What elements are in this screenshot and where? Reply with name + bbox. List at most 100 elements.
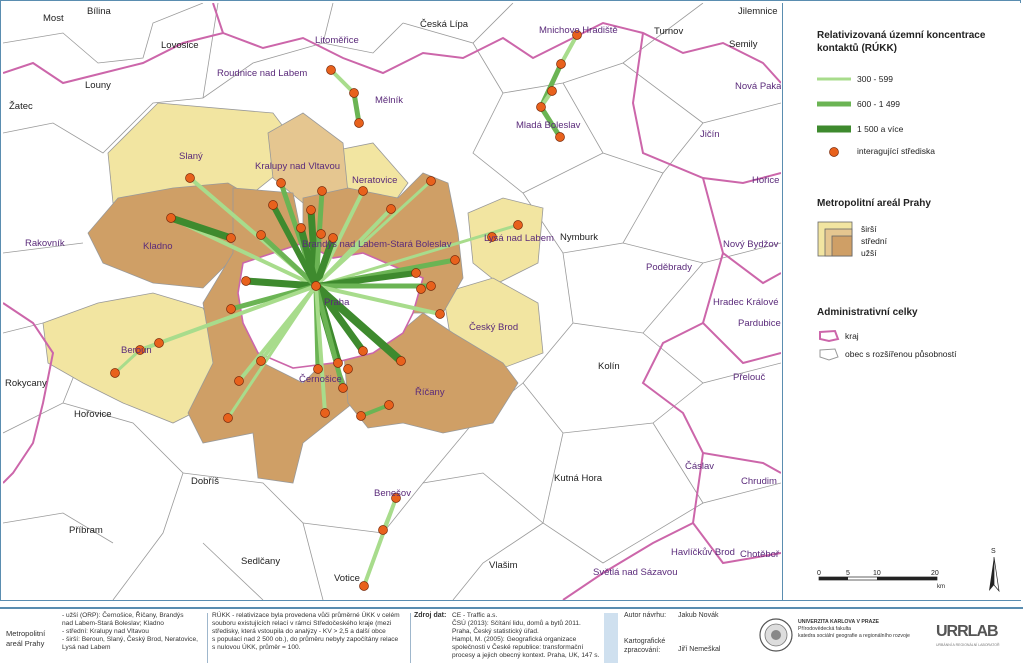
centre: [316, 229, 326, 239]
link-praha-w1: [242, 277, 320, 290]
legend-admin-swatch: [819, 329, 840, 361]
label-turnov: Turnov: [654, 26, 683, 37]
legend-inner: užší: [861, 248, 877, 258]
label-votice: Votice: [334, 573, 360, 584]
label-mnichovo: Mnichovo Hradiště: [539, 25, 618, 36]
label-praha: Praha: [324, 297, 350, 308]
centre: [110, 368, 120, 378]
label-svetla: Světlá nad Sázavou: [593, 567, 678, 578]
label-jicin: Jičín: [700, 129, 720, 140]
centre: [396, 356, 406, 366]
centre: [276, 178, 286, 188]
footer-accent-bar: [604, 613, 618, 663]
label-lysa: Lysá nad Labem: [484, 233, 554, 244]
centre: [343, 364, 353, 374]
north-label: S: [991, 548, 996, 555]
footer-university: UNIVERZITA KARLOVA V PRAZE Přírodovědecká…: [798, 619, 910, 639]
centre: [333, 358, 343, 368]
urrlab-subtitle: URBÁNNÍ A REGIONÁLNÍ LABORATOŘ: [936, 643, 1000, 647]
label-litomerice: Litoměřice: [315, 35, 359, 46]
label-cesky-brod: Český Brod: [469, 322, 518, 333]
label-prelouc: Přelouč: [733, 372, 765, 383]
legend-class-1: 300 - 599: [857, 74, 893, 84]
area-middle-kralupy: [267, 112, 349, 204]
centre: [435, 309, 445, 319]
centre: [356, 411, 366, 421]
centre: [256, 230, 266, 240]
centre: [556, 59, 566, 69]
footer-area-desc: - užší (ORP): Černošice, Říčany, Brandýs…: [62, 612, 198, 651]
centre: [326, 65, 336, 75]
label-chotebor: Chotěboř: [740, 549, 780, 560]
north-arrow: [989, 557, 994, 591]
footer-rukk-desc: RÚKK - relativizace byla provedena vůči …: [212, 612, 400, 651]
label-lovosice: Lovosice: [161, 40, 199, 51]
legend-line-swatches: [817, 77, 851, 157]
centre: [384, 400, 394, 410]
centre: [416, 284, 426, 294]
label-chrudim: Chrudim: [741, 476, 777, 487]
label-beroun: Beroun: [121, 345, 152, 356]
label-podebrady: Poděbrady: [646, 262, 692, 273]
label-neratovice: Neratovice: [352, 175, 397, 186]
centre: [426, 176, 436, 186]
legend-area-swatch: [817, 221, 853, 257]
scale-bar: S 0 5 10 20 km: [817, 548, 1000, 593]
scale-tick-20: 20: [931, 570, 939, 577]
centre: [536, 102, 546, 112]
label-dobris: Dobříš: [191, 476, 219, 487]
label-cernosice: Černošice: [299, 374, 342, 385]
centre: [378, 525, 388, 535]
centre: [547, 86, 557, 96]
label-most: Most: [43, 13, 64, 24]
centre: [223, 413, 233, 423]
centre: [513, 220, 523, 230]
label-rokycany: Rokycany: [5, 378, 47, 389]
scale-tick-10: 10: [873, 570, 881, 577]
centre: [359, 581, 369, 591]
label-ricany: Říčany: [415, 387, 445, 398]
legend-class-3: 1 500 a více: [857, 124, 904, 134]
centre: [349, 88, 359, 98]
scale-tick-0: 0: [817, 570, 821, 577]
map-canvas: Most Bílina Lovosice Litoměřice Česká Lí…: [3, 3, 781, 600]
centre: [154, 338, 164, 348]
label-caslav: Čáslav: [685, 461, 714, 472]
centre: [555, 132, 565, 142]
centre: [358, 186, 368, 196]
centre: [166, 213, 176, 223]
university-seal-icon: [759, 618, 793, 652]
label-slany: Slaný: [179, 151, 203, 162]
label-kralupy: Kralupy nad Vltavou: [255, 161, 340, 172]
label-louny: Louny: [85, 80, 111, 91]
centre: [226, 304, 236, 314]
centre: [317, 186, 327, 196]
centre: [386, 204, 396, 214]
centre: [311, 281, 321, 291]
label-ceska-lipa: Česká Lípa: [420, 19, 469, 30]
centre: [306, 205, 316, 215]
label-pardubice: Pardubice: [738, 318, 781, 329]
legend-middle: střední: [861, 236, 887, 246]
label-jilemnice: Jilemnice: [738, 6, 778, 17]
label-roudnice: Roudnice nad Labem: [217, 68, 307, 79]
centre: [354, 118, 364, 128]
label-mlada: Mladá Boleslav: [516, 120, 581, 131]
centre: [256, 356, 266, 366]
label-nova-paka: Nová Paka: [735, 81, 781, 92]
label-vlasim: Vlašim: [489, 560, 518, 571]
label-kolin: Kolín: [598, 361, 620, 372]
label-bilina: Bílina: [87, 6, 111, 17]
label-brandys: Brandýs nad Labem-Stará Boleslav: [302, 239, 452, 250]
urrlab-logo: URRLAB: [936, 623, 999, 640]
footer-source-label: Zdroj dat:: [414, 612, 447, 619]
label-havlickuv: Havlíčkův Brod: [671, 547, 735, 558]
map-legend: Relativizovaná územní koncentrace kontakt…: [782, 3, 1021, 600]
legend-title-admin: Administrativní celky: [817, 307, 918, 318]
footer-area-label: Metropolitní areál Prahy: [6, 629, 46, 648]
label-zatec: Žatec: [9, 101, 33, 112]
centre: [313, 364, 323, 374]
label-nymburk: Nymburk: [560, 232, 598, 243]
footer-carto-label: Kartografické zpracování:: [624, 638, 666, 654]
centre: [411, 268, 421, 278]
